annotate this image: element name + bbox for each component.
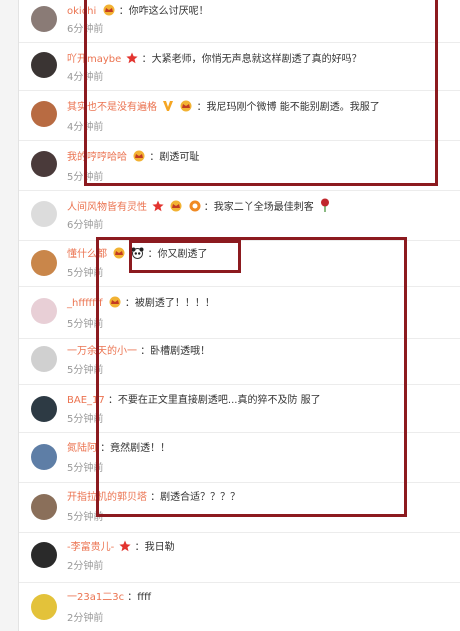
- avatar[interactable]: [31, 542, 57, 568]
- avatar[interactable]: [31, 101, 57, 127]
- comment-item: -李富贵儿- ：我日勒 2分钟前: [19, 532, 460, 583]
- comment-text: ：ffff: [127, 592, 152, 603]
- comment-item: 人间风物皆有灵性 ：我家二丫全场最佳刺客 6分钟前: [19, 190, 460, 241]
- comment-username[interactable]: 一23a1二3c: [67, 592, 124, 603]
- comment-text: ：我家二丫全场最佳刺客: [203, 202, 314, 213]
- avatar[interactable]: [31, 298, 57, 324]
- avatar[interactable]: [31, 6, 57, 32]
- avatar[interactable]: [31, 594, 57, 620]
- comment-username[interactable]: 氮陆阿: [67, 443, 97, 454]
- comment-time: 2分钟前: [67, 613, 104, 624]
- avatar[interactable]: [31, 151, 57, 177]
- annotation-box-top: [84, 0, 438, 186]
- comment-time: 6分钟前: [67, 220, 104, 231]
- comment-time: 2分钟前: [67, 561, 104, 572]
- vip-crown-icon: [169, 200, 183, 217]
- avatar[interactable]: [31, 250, 57, 276]
- avatar[interactable]: [31, 346, 57, 372]
- avatar[interactable]: [31, 494, 57, 520]
- rose-icon: [319, 198, 331, 217]
- avatar[interactable]: [31, 444, 57, 470]
- medal-icon: [189, 200, 201, 217]
- avatar[interactable]: [31, 52, 57, 78]
- star-icon: [152, 200, 164, 217]
- avatar[interactable]: [31, 201, 57, 227]
- comment-username[interactable]: 人间风物皆有灵性: [67, 202, 147, 213]
- comment-item: 一23a1二3c ：ffff 2分钟前: [19, 582, 460, 631]
- annotation-box-bottom: [96, 237, 407, 517]
- comment-username[interactable]: -李富贵儿-: [67, 542, 114, 553]
- star-icon: [119, 540, 132, 557]
- avatar[interactable]: [31, 396, 57, 422]
- comment-text: ：我日勒: [134, 542, 175, 553]
